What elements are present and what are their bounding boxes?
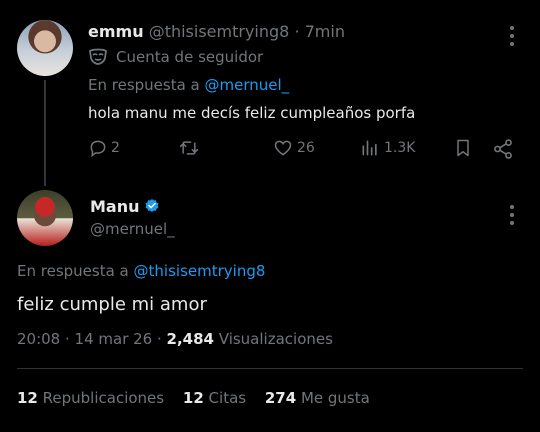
in-reply-to: En respuesta a @mernuel_ [88, 76, 289, 94]
views-button[interactable]: 1.3K [360, 138, 415, 158]
in-reply-prefix: En respuesta a [88, 76, 200, 94]
stat-label: Republicaciones [42, 389, 165, 407]
reply-icon [90, 140, 106, 158]
follower-badge: Cuenta de seguidor [88, 48, 263, 66]
stat-likes[interactable]: 274 Me gusta [265, 389, 370, 407]
stat-count: 12 [17, 389, 38, 407]
avatar-emmu[interactable] [17, 20, 73, 76]
bookmark-button[interactable] [453, 138, 473, 158]
in-reply-to: En respuesta a @thisisemtrying8 [17, 262, 265, 280]
separator: · [294, 22, 300, 41]
stat-count: 12 [182, 389, 204, 407]
views-count: 2,484 [166, 330, 214, 348]
follower-badge-label: Cuenta de seguidor [116, 48, 264, 66]
reply-count: 2 [111, 140, 120, 156]
main-tweet-name-row: Manu [90, 197, 160, 216]
like-icon [274, 140, 292, 156]
divider [17, 368, 523, 369]
share-icon [494, 139, 512, 159]
stat-count: 274 [264, 389, 297, 407]
time-ago[interactable]: 7min [305, 22, 345, 41]
retweet-icon [179, 141, 199, 155]
reply-tweet-text: hola manu me decís feliz cumpleaños porf… [88, 104, 416, 122]
stat-reposts[interactable]: 12 Republicaciones [17, 389, 169, 407]
bookmark-icon [457, 139, 469, 157]
views-count: 1.3K [384, 140, 416, 156]
retweet-button[interactable] [178, 138, 203, 158]
reply-tweet-header: emmu @thisisemtrying8 · 7min [88, 22, 345, 41]
more-icon[interactable] [507, 26, 517, 50]
in-reply-handle-link[interactable]: @thisisemtrying8 [134, 262, 266, 280]
avatar-manu[interactable] [17, 190, 73, 246]
like-button[interactable]: 26 [272, 138, 315, 158]
share-button[interactable] [492, 138, 514, 160]
main-tweet-text: feliz cumple mi amor [17, 294, 207, 315]
handle[interactable]: @mernuel_ [90, 220, 175, 238]
engagement-stats: 12 Republicaciones 12 Citas 274 Me gusta [17, 389, 370, 407]
reply-button[interactable]: 2 [88, 138, 120, 158]
views-icon [362, 140, 377, 156]
tweet-meta: 20:08 · 14 mar 26 · 2,484 Visualizacione… [17, 330, 333, 348]
verified-icon [145, 199, 158, 212]
timestamp[interactable]: 20:08 · 14 mar 26 · [17, 330, 162, 348]
more-icon[interactable] [507, 205, 517, 229]
mask-icon [89, 48, 107, 65]
display-name[interactable]: Manu [90, 197, 140, 216]
stat-label: Citas [208, 389, 247, 407]
stat-label: Me gusta [300, 389, 370, 407]
handle[interactable]: @thisisemtrying8 [149, 22, 290, 41]
views-label: Visualizaciones [218, 330, 333, 348]
thread-line [44, 80, 46, 186]
like-count: 26 [297, 140, 315, 156]
display-name[interactable]: emmu [88, 22, 144, 41]
stat-quotes[interactable]: 12 Citas [183, 389, 251, 407]
in-reply-prefix: En respuesta a [17, 262, 129, 280]
in-reply-handle-link[interactable]: @mernuel_ [205, 76, 290, 94]
